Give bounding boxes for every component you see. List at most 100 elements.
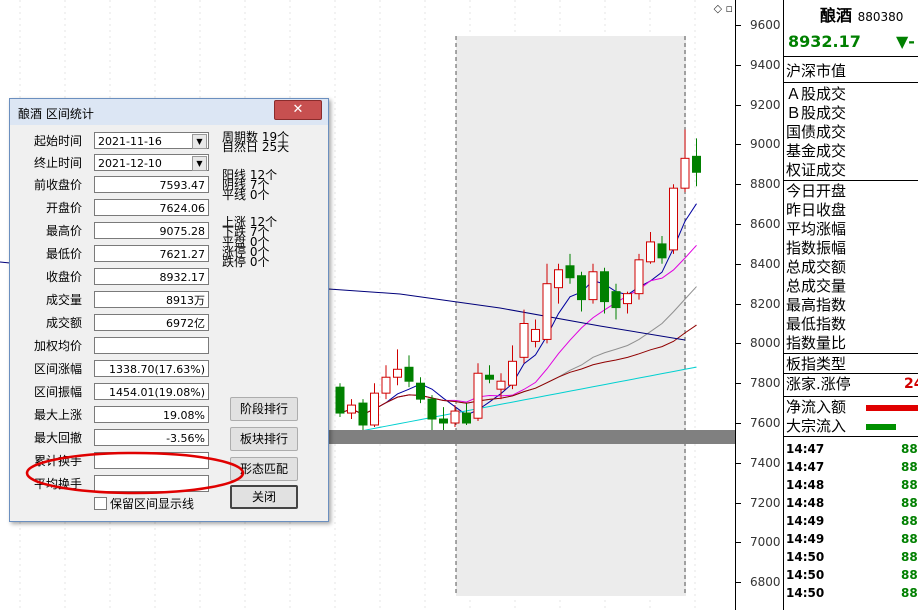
candle-body[interactable]	[577, 275, 586, 301]
candle-body[interactable]	[473, 372, 483, 419]
candle-body[interactable]	[416, 382, 425, 400]
tick-value: 88	[901, 478, 918, 492]
dialog-titlebar[interactable]: 酿酒 区间统计 ✕	[10, 99, 328, 125]
candle-body[interactable]	[611, 291, 621, 309]
quote-label: 指数量比	[786, 334, 847, 352]
axis-tick-label: 7400	[750, 455, 781, 470]
stat-value-field[interactable]: 8913万	[94, 291, 209, 308]
candle-body[interactable]	[588, 271, 598, 301]
candle-body[interactable]	[485, 374, 494, 380]
candle-body[interactable]	[335, 386, 345, 414]
period-info: 周期数 19个 自然日 25天	[222, 130, 290, 154]
chevron-down-icon[interactable]: ▼	[192, 156, 207, 171]
axis-tick-mark	[736, 64, 741, 66]
candle-body[interactable]	[680, 157, 690, 189]
quote-label: 总成交额	[786, 258, 847, 276]
stat-value-field[interactable]: 7621.27	[94, 245, 209, 262]
axis-tick-mark	[736, 502, 741, 504]
axis-tick-mark	[736, 423, 741, 424]
stat-value-field[interactable]: 7593.47	[94, 176, 209, 193]
interval-stats-dialog[interactable]: 酿酒 区间统计 ✕ 起始时间 2021-11-16 ▼ 终止时间 2021-12-…	[9, 98, 329, 522]
stat-value-field[interactable]	[94, 337, 209, 354]
sector-rank-button[interactable]: 板块排行	[230, 427, 298, 451]
net-inflow-bar	[866, 405, 918, 411]
quote-panel: 酿酒 880380 8932.17 ▼- 沪深市值 Ａ股成交 Ｂ股成交 国债成交 基金成…	[783, 0, 918, 610]
start-time-label: 起始时间	[33, 134, 82, 148]
candle-body[interactable]	[623, 293, 632, 305]
stat-label: 最大上涨	[33, 408, 82, 422]
candle-body[interactable]	[439, 418, 448, 424]
axis-tick-label: 9600	[750, 18, 781, 32]
stat-value-field[interactable]: 6972亿	[94, 314, 209, 331]
up-count: 24	[904, 376, 918, 392]
candle-body[interactable]	[450, 410, 460, 424]
change-indicator: ▼-	[896, 32, 915, 51]
stat-value-field[interactable]: 1338.70(17.63%)	[94, 360, 209, 377]
interval-bar	[326, 430, 735, 444]
close-icon[interactable]: ✕	[274, 100, 322, 120]
stat-value-field[interactable]: 8932.17	[94, 268, 209, 285]
candle-body[interactable]	[370, 392, 379, 426]
index-title: 酿酒 880380	[820, 6, 904, 25]
axis-tick-label: 8800	[750, 177, 781, 192]
candle-body[interactable]	[692, 155, 701, 173]
stat-value-field[interactable]: 19.08%	[94, 406, 209, 423]
candle-body[interactable]	[531, 328, 540, 342]
axis-tick-label: 8000	[750, 336, 781, 351]
axis-tick-mark	[736, 104, 741, 106]
candle-body[interactable]	[347, 404, 356, 414]
stat-value-field[interactable]: 1454.01(19.08%)	[94, 383, 209, 400]
tick-value: 88	[901, 442, 918, 456]
stat-label: 最低价	[45, 247, 82, 261]
stat-label: 成交量	[45, 293, 82, 307]
updown-info: 上涨 12个 下跌 7个 平盘 0个 涨停 0个 跌停 0个	[222, 215, 278, 269]
candle-body[interactable]	[542, 283, 552, 340]
stat-value-field[interactable]: 7624.06	[94, 199, 209, 216]
stage-rank-button[interactable]: 阶段排行	[230, 397, 298, 421]
axis-tick-label: 9000	[750, 137, 781, 152]
axis-tick-mark	[736, 462, 741, 464]
axis-tick-label: 9400	[750, 57, 781, 72]
axis-tick-label: 8400	[750, 256, 781, 271]
tick-time: 14:48	[786, 478, 825, 492]
candle-body[interactable]	[600, 271, 609, 303]
axis-tick-label: 7200	[750, 495, 781, 510]
dialog-title: 酿酒 区间统计	[18, 107, 94, 121]
candle-body[interactable]	[381, 376, 391, 394]
block-inflow-bar	[866, 424, 896, 430]
stat-label: 加权均价	[33, 339, 82, 353]
tick-time: 14:48	[786, 496, 825, 510]
stat-value-field[interactable]: 9075.28	[94, 222, 209, 239]
candle-body[interactable]	[358, 402, 368, 426]
candle-body[interactable]	[496, 380, 506, 390]
candle-body[interactable]	[393, 368, 402, 378]
end-time-select[interactable]: 2021-12-10 ▼	[94, 154, 209, 171]
tick-time: 14:47	[786, 442, 825, 456]
tick-value: 88	[901, 460, 918, 474]
quote-label: 最低指数	[786, 315, 847, 333]
quote-label: 最高指数	[786, 296, 847, 314]
tick-time: 14:50	[786, 550, 825, 564]
quote-label: 指数振幅	[786, 239, 847, 257]
interval-highlight	[456, 36, 686, 596]
candle-body[interactable]	[646, 241, 655, 263]
keep-interval-checkbox[interactable]	[94, 497, 107, 510]
candle-body[interactable]	[427, 398, 437, 420]
candle-body[interactable]	[554, 269, 563, 289]
candle-body[interactable]	[404, 366, 414, 382]
candle-body[interactable]	[462, 412, 471, 424]
tick-value: 88	[901, 568, 918, 582]
candle-body[interactable]	[565, 265, 575, 279]
candle-body[interactable]	[508, 360, 517, 386]
candle-body[interactable]	[669, 187, 678, 251]
candle-body[interactable]	[519, 323, 529, 358]
stat-value-field[interactable]: -3.56%	[94, 429, 209, 446]
axis-tick-mark	[736, 184, 741, 186]
quote-label: 国债成交	[786, 123, 847, 141]
candle-body[interactable]	[657, 243, 667, 259]
tick-time: 14:49	[786, 532, 825, 546]
chevron-down-icon[interactable]: ▼	[192, 134, 207, 149]
candle-body[interactable]	[634, 259, 644, 295]
chart-top-icons[interactable]: ◇ ▫	[714, 2, 733, 15]
start-time-select[interactable]: 2021-11-16 ▼	[94, 132, 209, 149]
